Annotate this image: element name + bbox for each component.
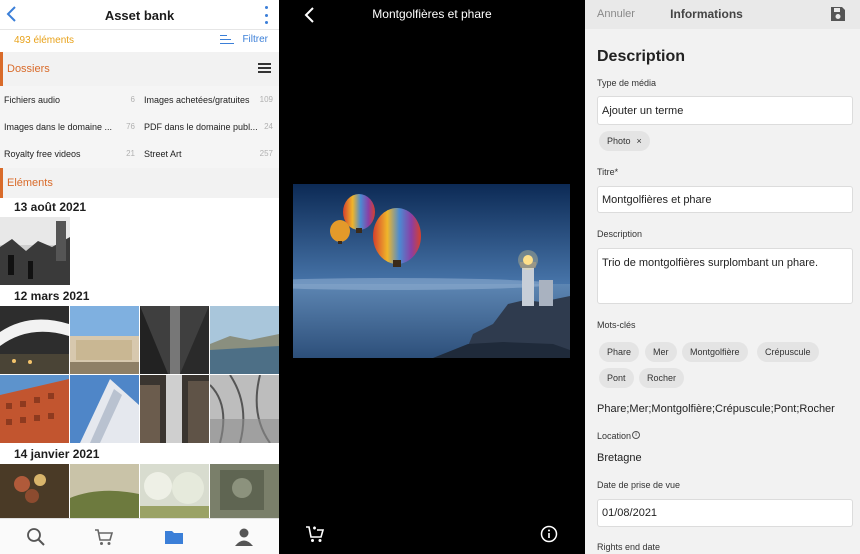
- folder-item[interactable]: Images achetées/gratuites 109: [144, 86, 276, 113]
- keyword-chip[interactable]: Montgolfière: [682, 342, 748, 362]
- sort-icon: [220, 34, 235, 45]
- cart-icon[interactable]: [94, 527, 114, 547]
- more-icon[interactable]: [263, 6, 269, 24]
- folder-icon[interactable]: [164, 527, 184, 547]
- title-label-text: Titre: [597, 167, 615, 177]
- photo-thumbnail[interactable]: [210, 464, 279, 520]
- title-label: Titre*: [597, 167, 618, 177]
- media-type-input[interactable]: Ajouter un terme: [597, 96, 853, 125]
- filter-button[interactable]: Filtrer: [220, 34, 268, 45]
- photo-thumbnail[interactable]: [0, 375, 69, 443]
- folder-item[interactable]: Images dans le domaine ... 76: [4, 113, 138, 140]
- page-title: Informations: [670, 7, 743, 21]
- date-group-header: 13 août 2021: [14, 200, 87, 214]
- image-preview: [293, 184, 570, 358]
- media-type-label: Type de média: [597, 78, 657, 88]
- folder-name: Images dans le domaine ...: [4, 121, 113, 132]
- photo-thumbnail[interactable]: [140, 306, 209, 374]
- keyword-chip[interactable]: Pont: [599, 368, 634, 388]
- date-label: Date de prise de vue: [597, 480, 681, 490]
- photo-thumbnail[interactable]: [0, 306, 69, 374]
- info-icon[interactable]: i: [632, 431, 641, 439]
- folder-name: Royalty free videos: [4, 148, 81, 159]
- folder-count: 21: [126, 149, 135, 158]
- folder-count: 24: [264, 122, 273, 131]
- add-to-cart-icon[interactable]: [305, 524, 325, 544]
- folder-name: Street Art: [144, 148, 182, 159]
- info-icon[interactable]: [540, 525, 558, 543]
- user-icon[interactable]: [234, 527, 254, 547]
- folder-item[interactable]: PDF dans le domaine publ... 24: [144, 113, 276, 140]
- date-group-header: 12 mars 2021: [14, 289, 90, 303]
- photo-thumbnail[interactable]: [70, 375, 139, 443]
- filter-label: Filtrer: [242, 34, 268, 45]
- elements-section-header: Eléments: [0, 168, 279, 198]
- folder-item[interactable]: Street Art 257: [144, 140, 276, 167]
- folder-item[interactable]: Royalty free videos 21: [4, 140, 138, 167]
- folder-item[interactable]: Fichiers audio 6: [4, 86, 138, 113]
- list-view-icon[interactable]: [258, 63, 271, 73]
- photo-thumbnail[interactable]: [210, 306, 279, 374]
- date-field[interactable]: 01/08/2021: [597, 499, 853, 527]
- photo-thumbnail[interactable]: [140, 375, 209, 443]
- date-group-header: 14 janvier 2021: [14, 447, 100, 461]
- location-label-text: Location: [597, 431, 632, 441]
- title-field[interactable]: Montgolfières et phare: [597, 186, 853, 213]
- folder-list: Fichiers audio 6 Images achetées/gratuit…: [0, 86, 279, 168]
- keyword-chip[interactable]: Rocher: [639, 368, 685, 388]
- folder-count: 109: [259, 95, 273, 104]
- folder-name: PDF dans le domaine publ...: [144, 121, 258, 132]
- asset-bank-panel: Asset bank 493 éléments Filtrer Dossiers…: [0, 0, 279, 554]
- chip-label: Photo: [607, 136, 631, 146]
- required-marker: *: [614, 167, 619, 177]
- folder-name: Fichiers audio: [4, 94, 61, 105]
- search-icon[interactable]: [26, 527, 46, 547]
- section-heading: Description: [597, 48, 686, 65]
- photo-thumbnail[interactable]: [140, 464, 209, 520]
- page-title: Asset bank: [104, 8, 175, 23]
- photo-thumbnail[interactable]: [0, 217, 70, 285]
- tab-bar: [0, 518, 279, 554]
- photo-thumbnail[interactable]: [70, 306, 139, 374]
- folder-count: 257: [259, 149, 273, 158]
- keyword-chip[interactable]: Phare: [599, 342, 640, 362]
- save-icon[interactable]: [829, 5, 847, 23]
- folder-count: 76: [126, 122, 135, 131]
- close-icon[interactable]: ×: [637, 136, 642, 146]
- keywords-text: Phare;Mer;Montgolfière;Crépuscule;Pont;R…: [597, 403, 835, 415]
- informations-header: Annuler Informations: [585, 0, 860, 29]
- asset-bank-subbar: 493 éléments Filtrer: [0, 30, 279, 52]
- keywords-label: Mots-clés: [597, 320, 636, 330]
- photo-thumbnail[interactable]: [70, 464, 139, 520]
- description-label: Description: [597, 229, 643, 239]
- item-count: 493 éléments: [14, 35, 75, 46]
- image-title: Montgolfières et phare: [372, 7, 492, 21]
- image-viewer-panel: Montgolfières et phare: [279, 0, 585, 554]
- keyword-chip[interactable]: Mer: [645, 342, 677, 362]
- informations-panel: Annuler Informations Description Type de…: [585, 0, 860, 554]
- folder-count: 6: [130, 95, 135, 104]
- elements-section-title: Eléments: [7, 177, 53, 189]
- keyword-chip[interactable]: Crépuscule: [757, 342, 819, 362]
- photo-thumbnail[interactable]: [210, 375, 279, 443]
- photo-thumbnail[interactable]: [0, 464, 69, 520]
- media-type-chip: Photo ×: [599, 131, 650, 151]
- location-label: Location i: [597, 431, 641, 441]
- rights-end-date-label: Rights end date: [597, 542, 661, 552]
- description-field[interactable]: Trio de montgolfières surplombant un pha…: [597, 248, 853, 304]
- folders-section-header: Dossiers: [0, 52, 279, 86]
- location-value: Bretagne: [597, 452, 642, 464]
- folders-section-title: Dossiers: [7, 63, 50, 75]
- folder-name: Images achetées/gratuites: [144, 94, 250, 105]
- asset-bank-header: Asset bank: [0, 0, 279, 30]
